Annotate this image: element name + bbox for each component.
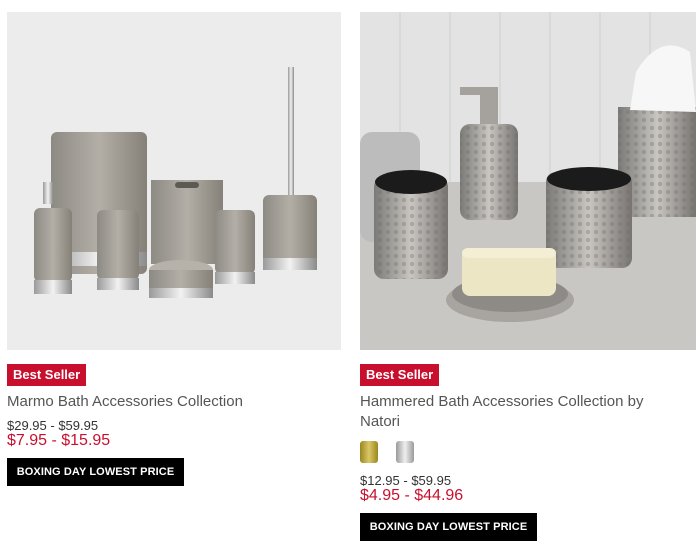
boxing-day-button[interactable]: BOXING DAY LOWEST PRICE: [7, 458, 184, 486]
product-title[interactable]: Hammered Bath Accessories Collection by …: [360, 392, 680, 432]
product-image-marmo[interactable]: [7, 12, 341, 350]
best-seller-badge: Best Seller: [360, 364, 440, 386]
sale-price: $7.95 - $15.95: [7, 432, 111, 449]
best-seller-badge: Best Seller: [7, 364, 87, 386]
silver-swatch[interactable]: [396, 441, 414, 463]
gold-swatch[interactable]: [360, 441, 378, 463]
regular-price: $12.95 - $59.95: [360, 473, 452, 488]
regular-price: $29.95 - $59.95: [7, 418, 99, 433]
product-image-hammered[interactable]: [360, 12, 696, 350]
product-title[interactable]: Marmo Bath Accessories Collection: [7, 392, 337, 412]
boxing-day-button[interactable]: BOXING DAY LOWEST PRICE: [360, 513, 537, 541]
sale-price: $4.95 - $44.96: [360, 487, 464, 504]
